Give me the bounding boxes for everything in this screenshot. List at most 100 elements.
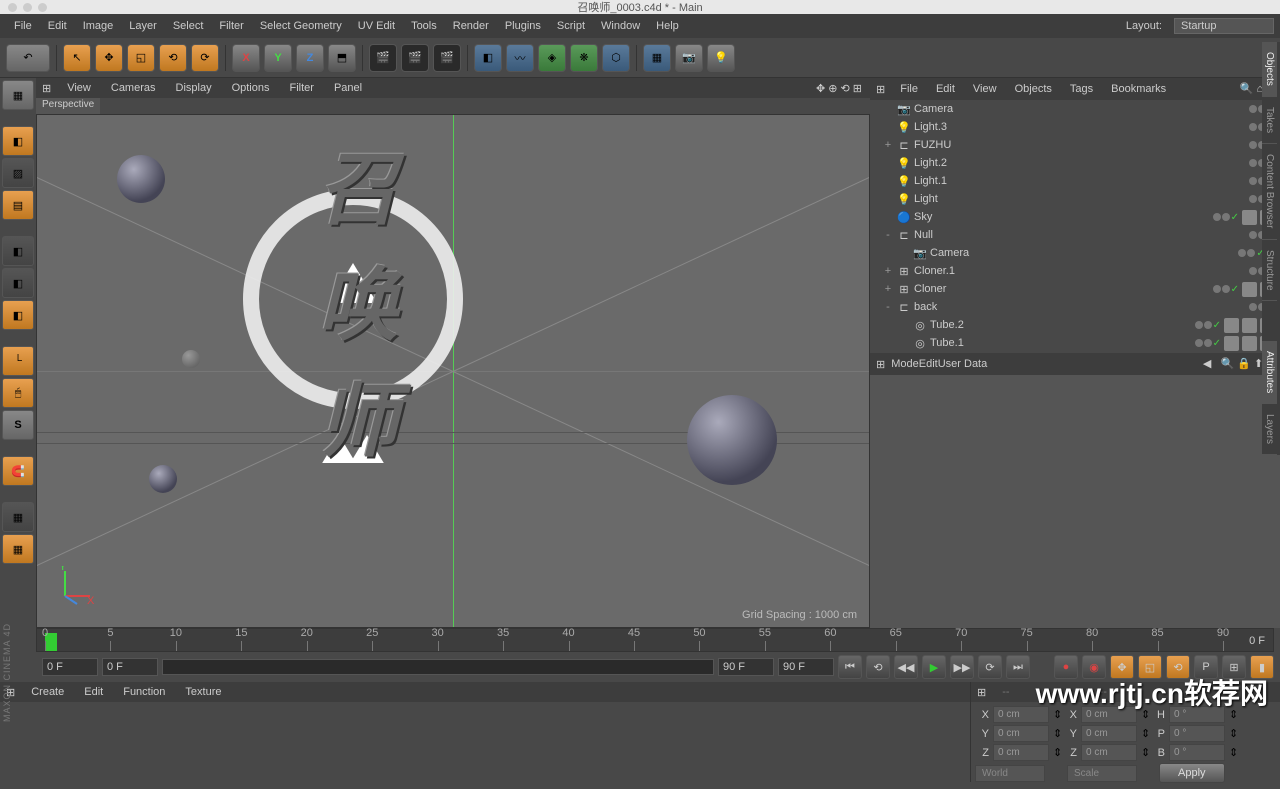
obj-menu-view[interactable]: View bbox=[964, 83, 1006, 95]
render-view-button[interactable]: 🎬 bbox=[369, 44, 397, 72]
undo-button[interactable]: ↶ bbox=[6, 44, 50, 72]
obj-menu-bookmarks[interactable]: Bookmarks bbox=[1102, 83, 1175, 95]
side-tab-layers[interactable]: Layers bbox=[1262, 404, 1277, 455]
prev-key-button[interactable]: ◀◀ bbox=[894, 655, 918, 679]
rot-p-input[interactable] bbox=[1169, 725, 1225, 742]
end-frame-input[interactable] bbox=[778, 658, 834, 676]
rot-b-input[interactable] bbox=[1169, 744, 1225, 761]
tree-row[interactable]: ◎Tube.2✓ bbox=[870, 316, 1279, 334]
menu-edit[interactable]: Edit bbox=[40, 20, 75, 32]
bulb-button[interactable]: 💡 bbox=[707, 44, 735, 72]
menu-help[interactable]: Help bbox=[648, 20, 687, 32]
range-end-input[interactable] bbox=[718, 658, 774, 676]
polygons-mode-button[interactable]: ◧ bbox=[2, 300, 34, 330]
model-mode-button[interactable]: ▦ bbox=[2, 80, 34, 110]
step-back-button[interactable]: ⟲ bbox=[866, 655, 890, 679]
step-fwd-button[interactable]: ⟳ bbox=[978, 655, 1002, 679]
rotate-button[interactable]: ⟲ bbox=[159, 44, 187, 72]
mat-menu-create[interactable]: Create bbox=[21, 686, 74, 698]
planar-snap-button[interactable]: ▦ bbox=[2, 534, 34, 564]
range-start-input[interactable] bbox=[102, 658, 158, 676]
menu-script[interactable]: Script bbox=[549, 20, 593, 32]
menu-tools[interactable]: Tools bbox=[403, 20, 445, 32]
axis-y-button[interactable]: Y bbox=[264, 44, 292, 72]
move-button[interactable]: ✥ bbox=[95, 44, 123, 72]
coord-system-button[interactable]: ⬒ bbox=[328, 44, 356, 72]
tree-row[interactable]: 📷Camera✓ bbox=[870, 100, 1279, 118]
obj-menu-file[interactable]: File bbox=[891, 83, 927, 95]
scale-button[interactable]: ◱ bbox=[127, 44, 155, 72]
attr-menu-userdata[interactable]: User Data bbox=[938, 358, 988, 370]
view-menu-filter[interactable]: Filter bbox=[280, 82, 324, 94]
workplane-lock-button[interactable]: ▦ bbox=[2, 502, 34, 532]
layout-dropdown[interactable]: Startup bbox=[1174, 18, 1274, 34]
snap-button[interactable]: 🧲 bbox=[2, 456, 34, 486]
light-button[interactable]: 📷 bbox=[675, 44, 703, 72]
deformer-button[interactable]: ❋ bbox=[570, 44, 598, 72]
obj-menu-edit[interactable]: Edit bbox=[927, 83, 964, 95]
menu-plugins[interactable]: Plugins bbox=[497, 20, 549, 32]
tree-row[interactable]: 💡Light.1✓ bbox=[870, 172, 1279, 190]
render-settings-button[interactable]: 🎬 bbox=[433, 44, 461, 72]
viewport-solo-button[interactable]: S bbox=[2, 410, 34, 440]
live-select-button[interactable]: ↖ bbox=[63, 44, 91, 72]
tree-row[interactable]: 🔵Sky✓ bbox=[870, 208, 1279, 226]
go-start-button[interactable]: ⏮ bbox=[838, 655, 862, 679]
generator-button[interactable]: ◈ bbox=[538, 44, 566, 72]
tree-row[interactable]: -⊏back✓ bbox=[870, 298, 1279, 316]
pos-z-input[interactable] bbox=[993, 744, 1049, 761]
menu-select[interactable]: Select bbox=[165, 20, 212, 32]
coord-world-dropdown[interactable]: World bbox=[975, 765, 1045, 782]
texture-mode-button[interactable]: ▨ bbox=[2, 158, 34, 188]
object-tree[interactable]: 📷Camera✓💡Light.3✓+⊏FUZHU✓💡Light.2✓💡Light… bbox=[870, 100, 1280, 353]
timeline-ruler[interactable]: 0 F 051015202530354045505560657075808590 bbox=[36, 628, 1274, 652]
attr-menu-mode[interactable]: Mode bbox=[891, 358, 919, 370]
tweak-button[interactable]: 🖱 bbox=[2, 378, 34, 408]
menu-layer[interactable]: Layer bbox=[121, 20, 165, 32]
viewport-nav-icons[interactable]: ✥ ⊕ ⟲ ⊞ bbox=[806, 82, 870, 95]
points-mode-button[interactable]: ◧ bbox=[2, 236, 34, 266]
tree-row[interactable]: 💡Light✓ bbox=[870, 190, 1279, 208]
menu-image[interactable]: Image bbox=[75, 20, 122, 32]
timeline-range-slider[interactable] bbox=[162, 659, 714, 675]
close-icon[interactable] bbox=[8, 3, 17, 12]
primitive-button[interactable]: ◧ bbox=[474, 44, 502, 72]
view-menu-cameras[interactable]: Cameras bbox=[101, 82, 166, 94]
tree-row[interactable]: 💡Light.3✓ bbox=[870, 118, 1279, 136]
side-tab-content[interactable]: Content Browser bbox=[1262, 144, 1277, 239]
mat-menu-texture[interactable]: Texture bbox=[175, 686, 231, 698]
view-menu-panel[interactable]: Panel bbox=[324, 82, 372, 94]
obj-menu-tags[interactable]: Tags bbox=[1061, 83, 1102, 95]
object-mode-button[interactable]: ◧ bbox=[2, 126, 34, 156]
current-frame-input[interactable] bbox=[42, 658, 98, 676]
side-tab-takes[interactable]: Takes bbox=[1262, 97, 1277, 144]
tree-row[interactable]: 📷Camera✓⊘ bbox=[870, 244, 1279, 262]
side-tab-attributes[interactable]: Attributes bbox=[1262, 341, 1277, 404]
menu-render[interactable]: Render bbox=[445, 20, 497, 32]
viewport-perspective[interactable]: 召唤师 YX Grid Spacing : 1000 cm bbox=[36, 114, 870, 628]
minimize-icon[interactable] bbox=[23, 3, 32, 12]
menu-select-geometry[interactable]: Select Geometry bbox=[252, 20, 350, 32]
menu-uv-edit[interactable]: UV Edit bbox=[350, 20, 403, 32]
tree-row[interactable]: ◎Tube.1✓ bbox=[870, 334, 1279, 352]
camera-button[interactable]: ▦ bbox=[643, 44, 671, 72]
mat-menu-edit[interactable]: Edit bbox=[74, 686, 113, 698]
view-menu-view[interactable]: View bbox=[57, 82, 101, 94]
apply-button[interactable]: Apply bbox=[1159, 763, 1225, 783]
side-tab-structure[interactable]: Structure bbox=[1262, 240, 1277, 302]
spline-button[interactable]: 〰 bbox=[506, 44, 534, 72]
environment-button[interactable]: ⬡ bbox=[602, 44, 630, 72]
axis-x-button[interactable]: X bbox=[232, 44, 260, 72]
tree-row[interactable]: +⊏FUZHU✓ bbox=[870, 136, 1279, 154]
next-key-button[interactable]: ▶▶ bbox=[950, 655, 974, 679]
obj-menu-objects[interactable]: Objects bbox=[1006, 83, 1061, 95]
attr-menu-edit[interactable]: Edit bbox=[919, 358, 938, 370]
menu-file[interactable]: File bbox=[6, 20, 40, 32]
view-menu-options[interactable]: Options bbox=[222, 82, 280, 94]
side-tab-objects[interactable]: Objects bbox=[1262, 42, 1277, 97]
menu-filter[interactable]: Filter bbox=[211, 20, 251, 32]
coord-scale-dropdown[interactable]: Scale bbox=[1067, 765, 1137, 782]
tree-row[interactable]: 💡Light.2✓ bbox=[870, 154, 1279, 172]
view-menu-display[interactable]: Display bbox=[166, 82, 222, 94]
last-tool-button[interactable]: ⟳ bbox=[191, 44, 219, 72]
